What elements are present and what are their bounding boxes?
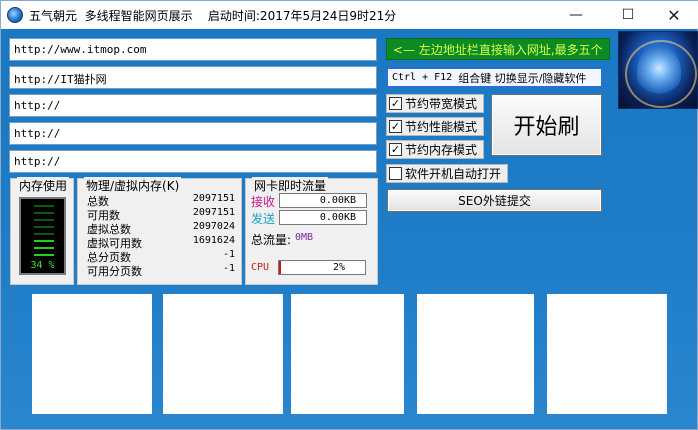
meter-segment [34, 254, 54, 256]
meter-segment [34, 205, 54, 207]
meter-segment [34, 212, 54, 214]
stat-value: 2097151 [192, 193, 235, 204]
minimize-icon[interactable]: — [553, 1, 599, 29]
stat-label: 可用分页数 [87, 265, 142, 278]
memory-stat-row: 可用分页数 -1 [87, 263, 235, 278]
checkbox-checked-icon[interactable]: ✓ [389, 120, 402, 133]
memory-stat-row: 总分页数 -1 [87, 249, 235, 264]
memory-usage-title: 内存使用 [17, 177, 70, 194]
browser-pane-4[interactable] [417, 294, 534, 414]
url-input-5[interactable]: http:// [9, 150, 377, 173]
url-input-3[interactable]: http:// [9, 94, 377, 117]
option-label: 节约内存模式 [405, 143, 478, 157]
option-save-performance[interactable]: ✓ 节约性能模式 [386, 117, 485, 136]
physical-memory-group: 物理/虚拟内存(K) 总数 2097151 可用数 2097151 虚拟总数 2… [77, 177, 242, 285]
app-logo-icon [7, 7, 23, 23]
meter-segment [34, 240, 54, 242]
checkbox-checked-icon[interactable]: ✓ [389, 143, 402, 156]
total-traffic-value: 0MB [295, 232, 314, 243]
checkbox-checked-icon[interactable]: ✓ [389, 97, 402, 110]
url-input-2[interactable]: http://IT猫扑网 [9, 66, 377, 89]
option-autostart[interactable]: 软件开机自动打开 [386, 164, 509, 183]
meter-segment [34, 247, 54, 249]
maximize-icon[interactable]: ☐ [605, 1, 651, 29]
physical-memory-title: 物理/虚拟内存(K) [84, 177, 182, 194]
network-traffic-title: 网卡即时流量 [252, 177, 329, 194]
url-input-4[interactable]: http:// [9, 122, 377, 145]
window-title: 五气朝元 多线程智能网页展示 启动时间:2017年5月24日9时21分 [29, 8, 397, 23]
browser-pane-5[interactable] [547, 294, 667, 414]
memory-percent: 34 % [30, 260, 55, 271]
recv-label: 接收 [251, 195, 276, 209]
meter-segment [34, 219, 54, 221]
stat-value: -1 [222, 263, 235, 274]
stat-value: 2097151 [192, 207, 235, 218]
meter-segment [34, 226, 54, 228]
browser-pane-2[interactable] [163, 294, 283, 414]
meter-segment [34, 233, 54, 235]
stat-value: 2097024 [192, 221, 235, 232]
stat-value: 1691624 [192, 235, 235, 246]
cpu-label: CPU [251, 262, 270, 273]
memory-stat-row: 可用数 2097151 [87, 207, 235, 222]
option-save-bandwidth[interactable]: ✓ 节约带宽模式 [386, 94, 485, 113]
stat-value: -1 [222, 249, 235, 260]
memory-stat-row: 虚拟总数 2097024 [87, 221, 235, 236]
close-icon[interactable]: ✕ [651, 1, 697, 29]
dragon-emblem-image [618, 31, 698, 109]
title-bar: 五气朝元 多线程智能网页展示 启动时间:2017年5月24日9时21分 — ☐ … [1, 1, 698, 29]
hotkey-hint: Ctrl + F12 组合键 切换显示/隐藏软件 [386, 67, 603, 88]
browser-pane-1[interactable] [32, 294, 152, 414]
option-label: 节约性能模式 [405, 120, 478, 134]
hotkey-description: 组合键 切换显示/隐藏软件 [458, 71, 587, 85]
url-hint-banner: <— 左边地址栏直接输入网址,最多五个 [386, 38, 610, 60]
recv-value: 0.00KB [279, 193, 367, 208]
option-label: 软件开机自动打开 [405, 167, 502, 181]
option-save-memory[interactable]: ✓ 节约内存模式 [386, 140, 485, 159]
memory-stat-row: 总数 2097151 [87, 193, 235, 208]
network-traffic-group: 网卡即时流量 接收 0.00KB 发送 0.00KB 总流量: 0MB CPU … [245, 177, 378, 285]
cpu-usage-bar: 2% [278, 260, 366, 275]
memory-usage-group: 内存使用 34 % [10, 177, 74, 285]
start-button[interactable]: 开始刷 [491, 94, 602, 156]
browser-pane-3[interactable] [291, 294, 404, 414]
memory-meter: 34 % [19, 197, 66, 275]
memory-stat-row: 虚拟可用数 1691624 [87, 235, 235, 250]
cpu-usage-text: 2% [332, 262, 345, 273]
option-label: 节约带宽模式 [405, 97, 478, 111]
url-input-1[interactable]: http://www.itmop.com [9, 38, 377, 61]
send-label: 发送 [251, 212, 276, 226]
seo-submit-button[interactable]: SEO外链提交 [387, 189, 602, 212]
checkbox-unchecked-icon[interactable] [389, 167, 402, 180]
send-value: 0.00KB [279, 210, 367, 225]
hotkey-keys: Ctrl + F12 [392, 72, 453, 83]
app-window: 五气朝元 多线程智能网页展示 启动时间:2017年5月24日9时21分 — ☐ … [0, 0, 698, 430]
total-traffic-label: 总流量: [251, 233, 292, 247]
